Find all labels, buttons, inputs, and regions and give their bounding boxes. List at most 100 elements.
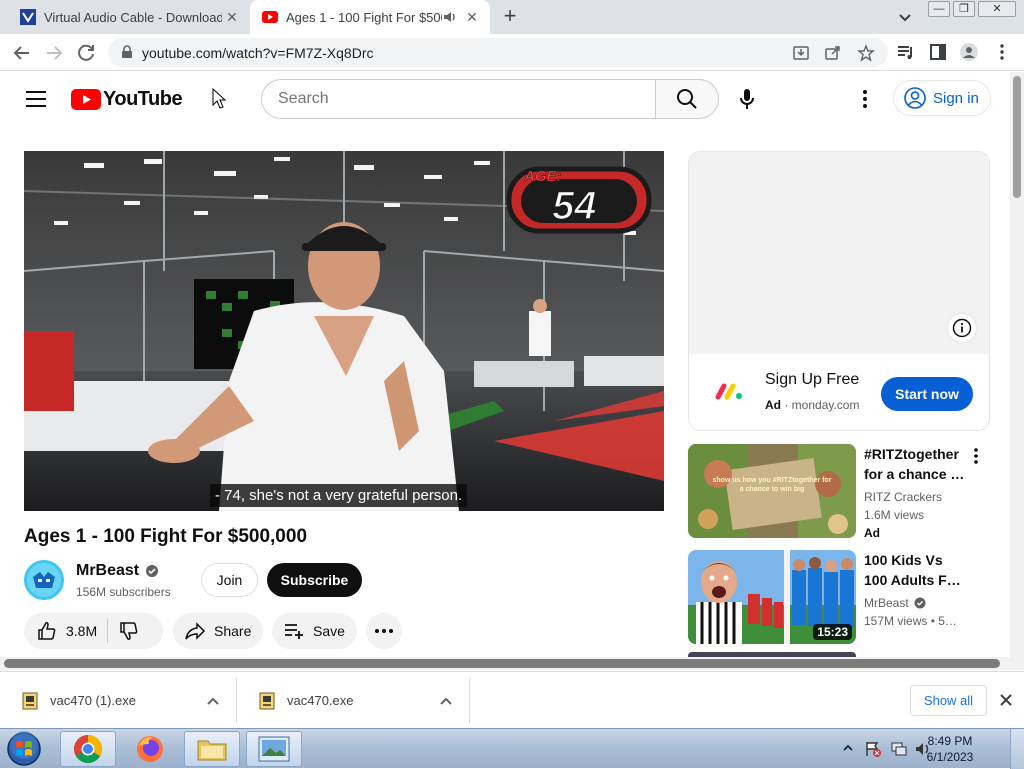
download-divider — [469, 678, 470, 723]
close-icon[interactable] — [997, 691, 1015, 709]
youtube-wordmark: YouTube — [103, 87, 183, 110]
chevron-up-icon[interactable] — [439, 696, 453, 706]
photo-viewer-icon — [258, 736, 290, 762]
video-caption: - 74, she's not a very grateful person. — [210, 484, 468, 507]
voice-search-mic-icon[interactable] — [736, 88, 758, 110]
share-arrow-icon — [185, 622, 206, 640]
close-tab-icon[interactable]: ✕ — [462, 9, 482, 26]
search-box[interactable] — [261, 79, 656, 119]
more-actions-button[interactable] — [366, 613, 402, 649]
download-item[interactable]: vac470 (1).exe — [0, 672, 236, 729]
horizontal-scrollbar[interactable] — [0, 657, 1010, 670]
side-panel-icon[interactable] — [928, 42, 948, 62]
channel-avatar[interactable] — [24, 560, 64, 600]
sign-in-button[interactable]: Sign in — [893, 80, 991, 116]
vertical-scroll-thumb[interactable] — [1013, 76, 1021, 198]
recommendation-thumbnail[interactable]: 15:23 — [688, 550, 856, 644]
like-divider — [107, 619, 109, 643]
verified-badge-icon — [914, 597, 926, 609]
new-tab-button[interactable]: + — [498, 5, 522, 29]
action-center-flag-icon[interactable] — [864, 740, 882, 758]
recommendation-title[interactable]: 100 Kids Vs 100 Adults Fo… — [864, 550, 968, 590]
recommendation-title-line1: 100 Kids Vs — [864, 552, 943, 568]
windows-start-orb-icon[interactable] — [4, 731, 44, 767]
download-item[interactable]: vac470.exe — [237, 672, 469, 729]
recommendation-views-line: 157M views • 5… — [864, 614, 957, 628]
ad-info-button[interactable] — [948, 314, 976, 342]
like-thumb-icon[interactable] — [36, 620, 58, 642]
channel-name-text[interactable]: MrBeast — [76, 562, 139, 580]
bookmark-star-icon[interactable] — [857, 44, 875, 62]
close-tab-icon[interactable]: ✕ — [222, 9, 242, 26]
close-window-button[interactable]: ✕ — [978, 1, 1016, 17]
recommendation-channel-name[interactable]: MrBeast — [864, 596, 909, 610]
monday-logo-icon — [715, 383, 742, 400]
clock-time: 8:49 PM — [927, 734, 973, 748]
ad-title[interactable]: Sign Up Free — [765, 371, 859, 389]
taskbar-chrome-button[interactable] — [60, 731, 116, 767]
browser-menu-kebab-icon[interactable] — [992, 42, 1012, 62]
video-player[interactable]: AGE: 54 — [24, 151, 664, 511]
search-button[interactable] — [655, 79, 719, 119]
mrbeast-logo-icon — [24, 560, 64, 600]
recommendation-channel[interactable]: MrBeast — [864, 596, 926, 610]
download-filename[interactable]: vac470.exe — [287, 693, 439, 708]
tab-virtual-audio-cable[interactable]: Virtual Audio Cable - Downloads ✕ — [8, 0, 250, 34]
join-button[interactable]: Join — [201, 563, 258, 597]
vertical-scrollbar[interactable] — [1010, 72, 1024, 670]
taskbar-explorer-button[interactable] — [184, 731, 240, 767]
recommendation-menu-kebab-icon[interactable] — [970, 446, 982, 466]
show-hidden-icons-arrow-icon[interactable] — [842, 743, 854, 753]
minimize-window-button[interactable]: — — [928, 1, 950, 17]
subscribe-button[interactable]: Subscribe — [267, 563, 362, 597]
recommendation-item[interactable]: show us how you #RITZtogether for a chan… — [688, 444, 988, 540]
chevron-up-icon[interactable] — [206, 696, 220, 706]
show-all-downloads-button[interactable]: Show all — [910, 685, 987, 716]
reload-icon[interactable] — [74, 41, 98, 65]
media-controls-icon[interactable] — [896, 42, 916, 62]
network-icon[interactable] — [890, 740, 908, 758]
forward-arrow-icon[interactable] — [42, 41, 66, 65]
horizontal-scroll-thumb[interactable] — [4, 659, 1000, 668]
download-filename[interactable]: vac470 (1).exe — [50, 693, 206, 708]
youtube-masthead: YouTube Sign in — [0, 72, 1010, 128]
audio-playing-icon[interactable] — [442, 9, 458, 25]
taskbar-image-viewer-button[interactable] — [246, 731, 302, 767]
url-text[interactable]: youtube.com/watch?v=FM7Z-Xq8Drc — [142, 45, 373, 61]
like-count[interactable]: 3.8M — [66, 623, 97, 639]
firefox-logo-icon — [137, 736, 163, 762]
subscriber-count: 156M subscribers — [76, 585, 171, 599]
verified-badge-icon — [146, 565, 159, 577]
youtube-favicon-icon — [262, 11, 278, 23]
hamburger-menu-icon[interactable] — [26, 91, 46, 107]
tab-youtube-video[interactable]: Ages 1 - 100 Fight For $500,000 ✕ — [250, 0, 490, 34]
taskbar-firefox-button[interactable] — [122, 731, 178, 767]
recommendation-thumbnail[interactable]: show us how you #RITZtogether for a chan… — [688, 444, 856, 538]
tab-search-chevron-icon[interactable] — [896, 8, 914, 26]
ad-badge: Ad — [765, 398, 781, 412]
address-bar[interactable]: youtube.com/watch?v=FM7Z-Xq8Drc — [108, 38, 888, 67]
ad-media-area[interactable] — [689, 152, 989, 354]
start-now-button[interactable]: Start now — [881, 377, 973, 411]
recommendation-channel[interactable]: RITZ Crackers — [864, 490, 942, 504]
lock-icon[interactable] — [120, 45, 134, 59]
recommendation-title[interactable]: #RITZtogether for a chance t… — [864, 444, 968, 484]
tab-title: Ages 1 - 100 Fight For $500,000 — [286, 9, 442, 25]
settings-kebab-icon[interactable] — [856, 88, 874, 110]
channel-name[interactable]: MrBeast — [76, 562, 159, 580]
share-page-icon[interactable] — [824, 44, 842, 62]
share-button[interactable]: Share — [173, 613, 263, 649]
youtube-logo[interactable]: YouTube — [71, 87, 183, 110]
ad-badge: Ad — [864, 526, 880, 540]
save-button[interactable]: Save — [272, 613, 357, 649]
recommendation-item[interactable]: 15:23 100 Kids Vs 100 Adults Fo… MrBeast… — [688, 550, 988, 646]
search-input[interactable] — [262, 80, 655, 118]
show-desktop-button[interactable] — [1010, 729, 1024, 769]
profile-avatar-icon[interactable] — [959, 42, 979, 62]
install-app-icon[interactable] — [792, 44, 810, 62]
back-arrow-icon[interactable] — [10, 41, 34, 65]
add-to-playlist-icon — [285, 624, 303, 639]
restore-window-button[interactable]: ❐ — [953, 1, 975, 17]
system-clock[interactable]: 8:49 PM 6/1/2023 — [920, 733, 980, 765]
dislike-thumb-icon[interactable] — [118, 620, 140, 642]
